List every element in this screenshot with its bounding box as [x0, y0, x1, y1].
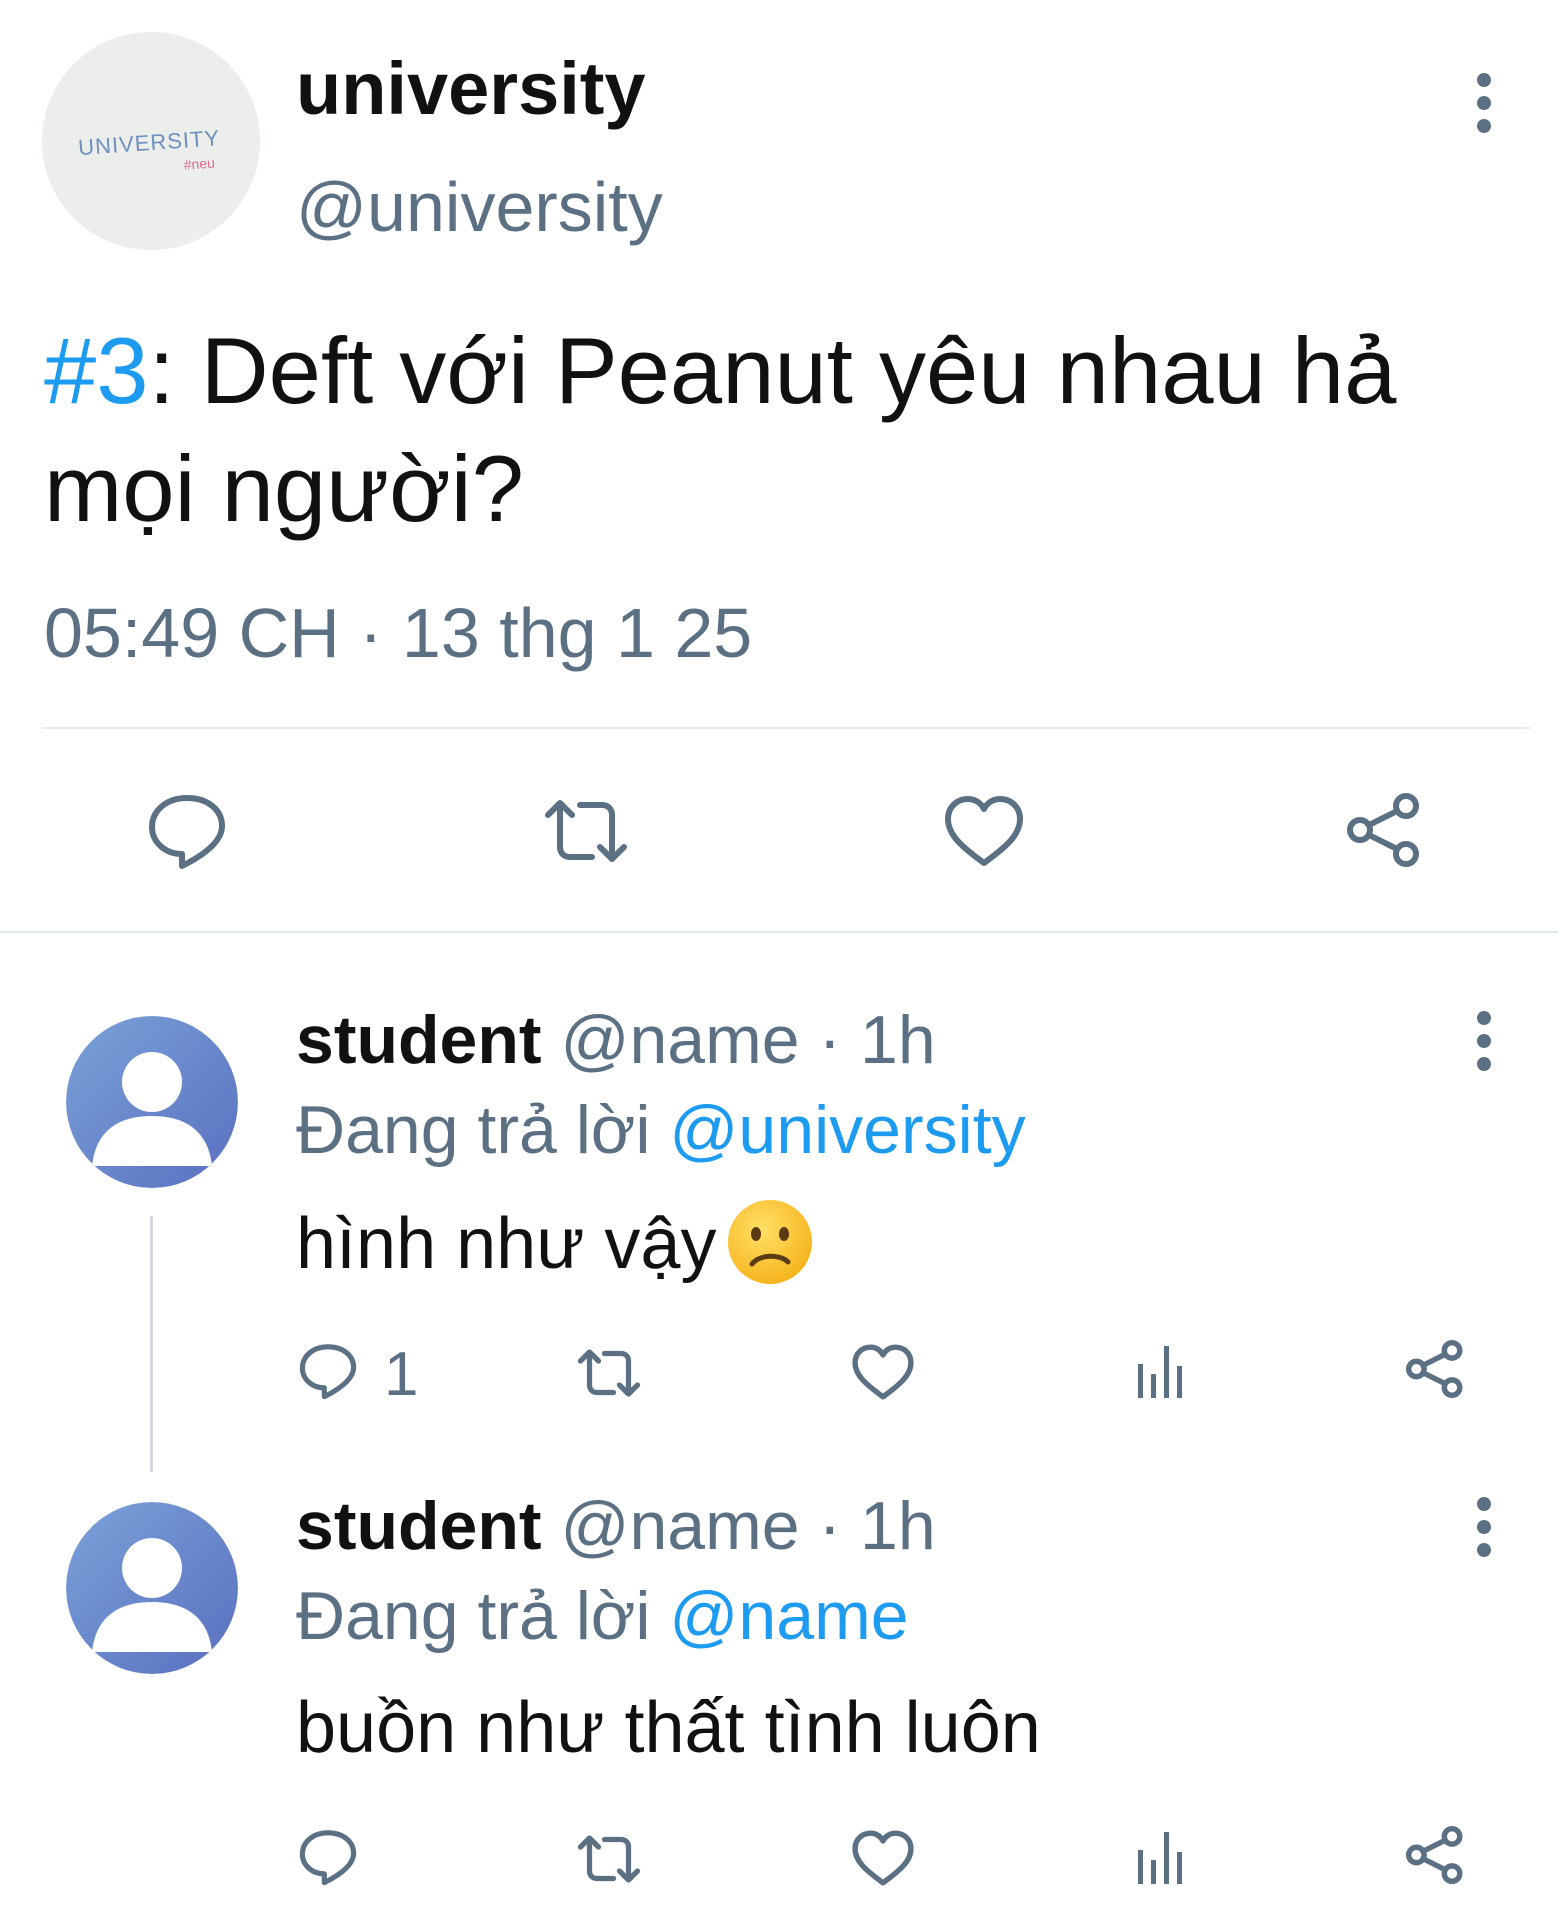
retweet-icon[interactable] — [574, 1346, 644, 1400]
share-icon[interactable] — [1344, 790, 1424, 870]
views-icon[interactable] — [1136, 1828, 1186, 1884]
like-icon[interactable] — [852, 1830, 914, 1886]
reply-count: 1 — [384, 1340, 419, 1409]
reply-text: hình như vậy — [296, 1199, 814, 1286]
reply-handle-time[interactable]: @name · 1h — [542, 1002, 935, 1078]
more-options-icon[interactable] — [1464, 1496, 1504, 1558]
student-avatar[interactable] — [66, 1016, 238, 1188]
reply-header: student @name · 1h — [296, 1006, 936, 1074]
tweet-body: : Deft với Peanut yêu nhau hả mọi người? — [44, 318, 1397, 541]
like-icon[interactable] — [852, 1344, 914, 1400]
hashtag-link[interactable]: #3 — [44, 318, 149, 423]
mention-link[interactable]: @name — [669, 1578, 908, 1654]
tweet-timestamp[interactable]: 05:49 CH · 13 thg 1 25 — [44, 598, 752, 668]
reply-text: buồn như thất tình luôn — [296, 1688, 1041, 1768]
reply-body: hình như vậy — [296, 1204, 717, 1284]
share-icon[interactable] — [1404, 1824, 1466, 1886]
author-handle[interactable]: @university — [296, 172, 663, 242]
retweet-icon[interactable] — [540, 795, 632, 867]
more-options-icon[interactable] — [1464, 72, 1504, 134]
reply-author-name[interactable]: student — [296, 1488, 542, 1564]
replying-to-label: Đang trả lời — [296, 1092, 670, 1168]
tweet-text: #3: Deft với Peanut yêu nhau hả mọi ngườ… — [44, 312, 1524, 548]
reply-header: student @name · 1h — [296, 1492, 936, 1560]
reply-icon[interactable] — [298, 1342, 358, 1400]
confused-face-emoji — [728, 1199, 813, 1284]
reply-icon[interactable] — [298, 1828, 358, 1886]
replying-to: Đang trả lời @name — [296, 1582, 909, 1650]
student-avatar[interactable] — [66, 1502, 238, 1674]
views-icon[interactable] — [1136, 1342, 1186, 1398]
section-divider — [0, 931, 1558, 933]
like-icon[interactable] — [944, 795, 1024, 867]
retweet-icon[interactable] — [574, 1832, 644, 1886]
avatar-logo-subtext: #neu — [183, 155, 215, 173]
reply-author-name[interactable]: student — [296, 1002, 542, 1078]
author-name[interactable]: university — [296, 52, 646, 126]
share-icon[interactable] — [1404, 1338, 1466, 1400]
mention-link[interactable]: @university — [669, 1092, 1025, 1168]
replying-to-label: Đang trả lời — [296, 1578, 670, 1654]
reply-handle-time[interactable]: @name · 1h — [542, 1488, 935, 1564]
replying-to: Đang trả lời @university — [296, 1096, 1026, 1164]
more-options-icon[interactable] — [1464, 1010, 1504, 1072]
tweet-thread: UNIVERSITY #neu university @university #… — [0, 0, 1558, 1920]
divider — [42, 727, 1530, 729]
university-avatar[interactable]: UNIVERSITY #neu — [42, 32, 260, 250]
reply-icon[interactable] — [146, 792, 228, 870]
thread-line — [150, 1216, 153, 1472]
